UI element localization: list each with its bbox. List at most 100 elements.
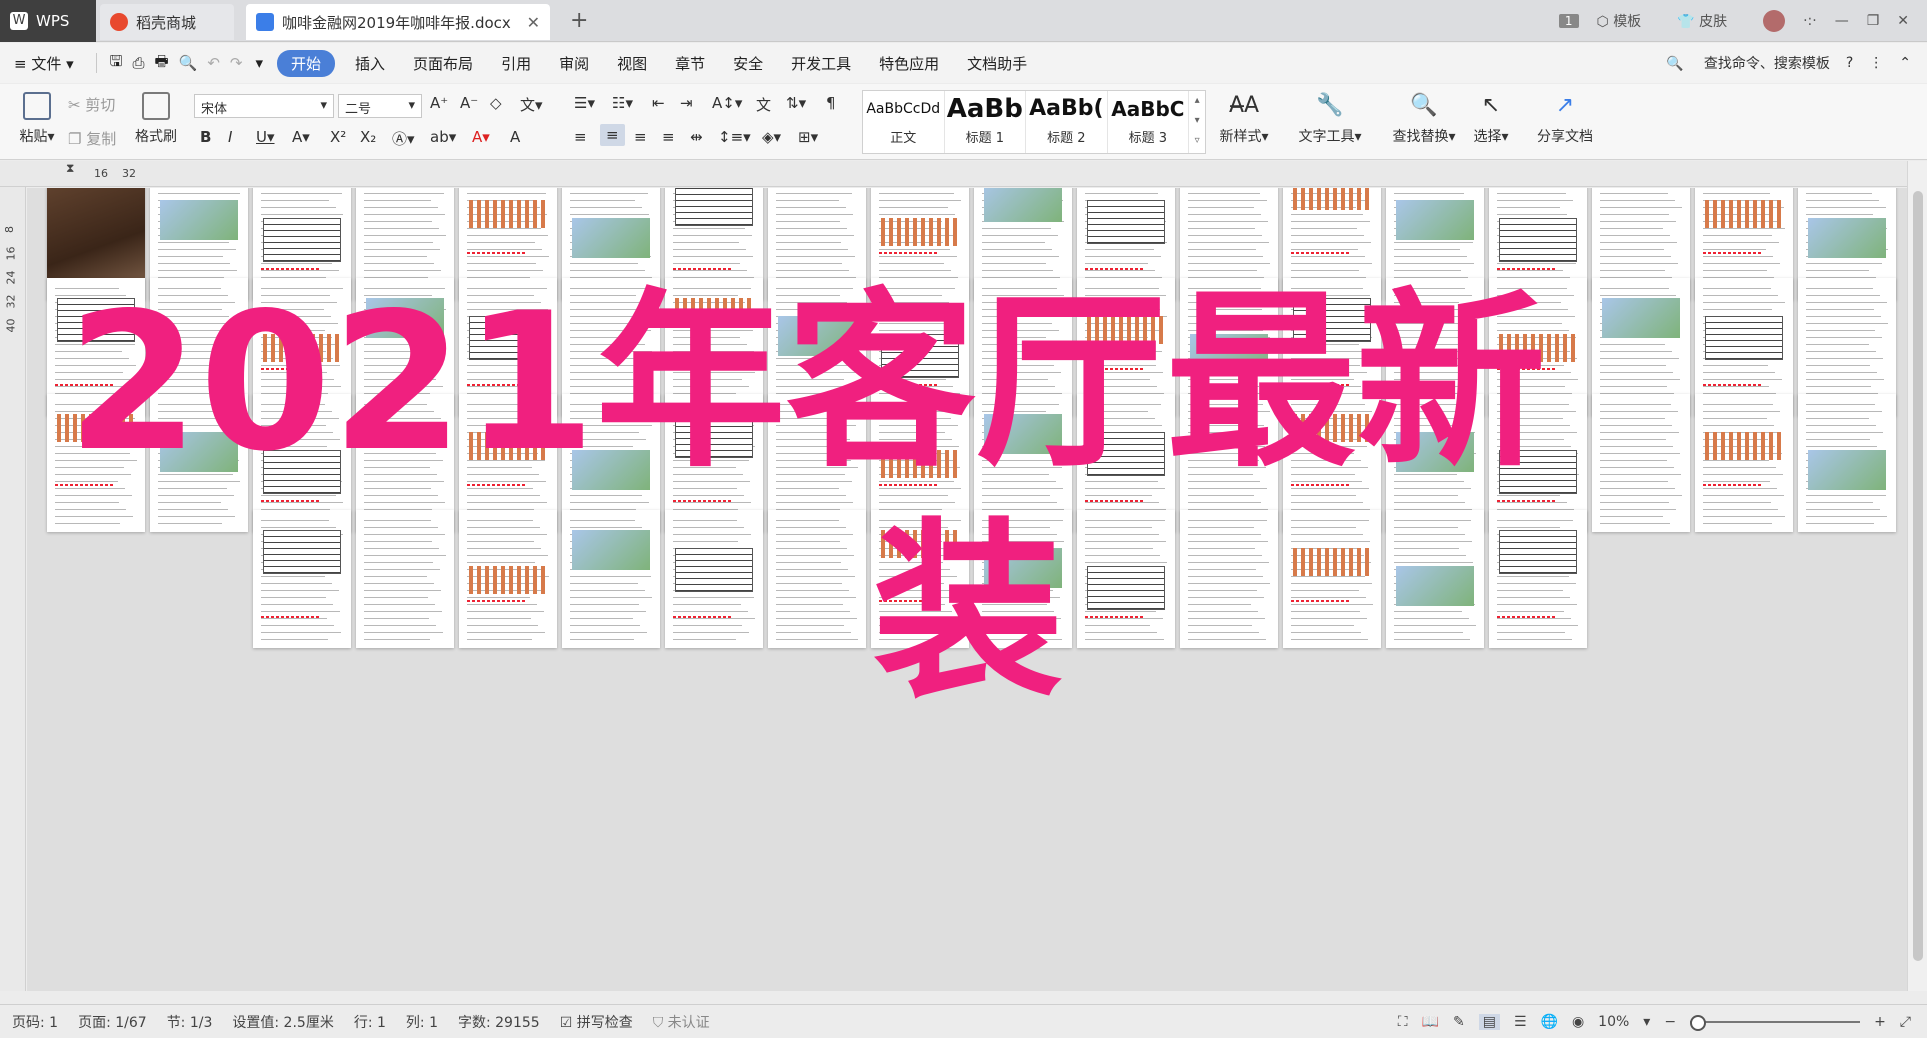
wps-home-tab[interactable]: W WPS <box>0 0 96 42</box>
section-count[interactable]: 节: 1/3 <box>167 1012 213 1032</box>
clear-format-icon[interactable]: ◇ <box>490 94 502 112</box>
page-thumbnail[interactable] <box>150 394 248 532</box>
page-thumbnail[interactable] <box>974 510 1072 648</box>
avatar[interactable] <box>1763 10 1786 32</box>
format-painter-button[interactable]: 格式刷 <box>128 92 184 146</box>
justify-icon[interactable]: ≡ <box>662 128 675 146</box>
zoom-in-icon[interactable]: + <box>1874 1014 1886 1030</box>
redo-icon[interactable]: ↷ <box>230 54 243 72</box>
page-thumbnail[interactable] <box>1283 510 1381 648</box>
align-right-icon[interactable]: ≡ <box>634 128 647 146</box>
italic-icon[interactable]: I <box>228 128 232 146</box>
page-thumbnail[interactable] <box>1386 510 1484 648</box>
more-icon[interactable]: ·:· <box>1803 13 1817 29</box>
collapse-ribbon-icon[interactable]: ⌃ <box>1899 55 1911 71</box>
zoom-out-icon[interactable]: − <box>1664 1014 1676 1030</box>
shading-icon[interactable]: ◈▾ <box>762 128 781 146</box>
text-tools-button[interactable]: 🔧 文字工具▾ <box>1292 92 1368 146</box>
page-code[interactable]: 页码: 1 <box>12 1012 58 1032</box>
save-icon[interactable]: 🖫 <box>110 51 123 76</box>
file-menu[interactable]: ≡ 文件 ▾ <box>14 53 74 74</box>
tab-references[interactable]: 引用 <box>501 53 531 74</box>
page-thumbnail[interactable] <box>1489 510 1587 648</box>
find-replace-button[interactable]: 🔍 查找替换▾ <box>1384 92 1464 146</box>
cut-button[interactable]: ✂ 剪切 <box>68 94 115 115</box>
more-options-icon[interactable]: ⋮ <box>1869 55 1883 71</box>
font-name-select[interactable]: 宋体 ▾ <box>194 94 334 118</box>
shrink-font-icon[interactable]: A⁻ <box>460 94 478 112</box>
tab-chapter[interactable]: 章节 <box>675 53 705 74</box>
tab-doc-assistant[interactable]: 文档助手 <box>967 53 1027 74</box>
close-window-icon[interactable]: ✕ <box>1897 13 1909 29</box>
vertical-scrollbar[interactable] <box>1907 161 1927 991</box>
spell-check-button[interactable]: ☑ 拼写检查 <box>560 1012 633 1032</box>
page-thumbnail[interactable] <box>47 394 145 532</box>
font-size-select[interactable]: 二号 ▾ <box>338 94 422 118</box>
vertical-ruler[interactable]: 8 16 24 32 40 <box>0 187 26 991</box>
page-thumbnail[interactable] <box>562 510 660 648</box>
char-shading-icon[interactable]: A <box>510 128 520 146</box>
undo-icon[interactable]: ↶ <box>207 54 220 72</box>
font-color-icon[interactable]: A▾ <box>472 128 490 146</box>
daoke-store-tab[interactable]: 稻壳商城 <box>100 4 234 40</box>
page-thumbnail[interactable] <box>1798 394 1896 532</box>
document-tab[interactable]: 咖啡金融网2019年咖啡年报.docx ✕ <box>246 4 550 40</box>
superscript-icon[interactable]: X² <box>330 128 346 146</box>
edit-mode-icon[interactable]: ✎ <box>1453 1014 1465 1030</box>
subscript-icon[interactable]: X₂ <box>360 128 376 146</box>
tab-insert[interactable]: 插入 <box>355 53 385 74</box>
indent-marker-icon[interactable]: ⧗ <box>66 161 74 176</box>
show-marks-icon[interactable]: ¶ <box>826 94 836 112</box>
template-button[interactable]: ⬡ 模板 <box>1597 11 1660 31</box>
share-doc-button[interactable]: ↗ 分享文档 <box>1530 92 1600 146</box>
new-tab-icon[interactable]: + <box>570 8 588 33</box>
page-view-icon[interactable]: ▤ <box>1478 1014 1500 1030</box>
numbering-icon[interactable]: ☷▾ <box>612 94 633 112</box>
page-thumbnail[interactable] <box>253 510 351 648</box>
copy-button[interactable]: ❐ 复制 <box>68 128 116 149</box>
page-thumbnail[interactable] <box>459 510 557 648</box>
web-view-icon[interactable]: 🌐 <box>1541 1014 1558 1030</box>
skin-button[interactable]: 👕 皮肤 <box>1677 11 1745 31</box>
style-gallery-scroll[interactable]: ▴ ▾ ▿ <box>1189 91 1205 153</box>
grow-font-icon[interactable]: A⁺ <box>430 94 448 112</box>
fit-width-icon[interactable]: ⤢ <box>1900 1014 1911 1030</box>
bold-icon[interactable]: B <box>200 128 211 146</box>
tab-developer[interactable]: 开发工具 <box>791 53 851 74</box>
bullets-icon[interactable]: ☰▾ <box>574 94 595 112</box>
scrollbar-thumb[interactable] <box>1913 191 1923 961</box>
tab-home[interactable]: 开始 <box>277 49 336 77</box>
style-heading-2[interactable]: AaBb(标题 2 <box>1026 91 1108 153</box>
distribute-icon[interactable]: ⇹ <box>690 128 703 146</box>
page-thumbnail[interactable] <box>1695 394 1793 532</box>
paste-button[interactable]: 粘贴▾ <box>12 92 62 146</box>
align-left-icon[interactable]: ≡ <box>574 128 587 146</box>
tab-view[interactable]: 视图 <box>617 53 647 74</box>
export-pdf-icon[interactable]: ⎙ <box>132 54 144 72</box>
zoom-level[interactable]: 10% <box>1598 1014 1629 1030</box>
new-style-button[interactable]: A̶A 新样式▾ <box>1214 92 1274 146</box>
select-button[interactable]: ↖ 选择▾ <box>1466 92 1516 146</box>
certification-button[interactable]: ⛉ 未认证 <box>653 1012 710 1032</box>
align-center-icon[interactable]: ≡ <box>600 124 625 146</box>
sort-icon[interactable]: ⇅▾ <box>786 94 806 112</box>
word-count[interactable]: 字数: 29155 <box>458 1012 540 1032</box>
preview-icon[interactable]: 🔍 <box>179 54 198 72</box>
close-tab-icon[interactable]: ✕ <box>527 13 540 32</box>
page-thumbnail[interactable] <box>1077 510 1175 648</box>
page-thumbnail[interactable] <box>665 510 763 648</box>
help-icon[interactable]: ? <box>1846 55 1853 71</box>
page-count[interactable]: 页面: 1/67 <box>78 1012 147 1032</box>
setting-value[interactable]: 设置值: 2.5厘米 <box>232 1012 333 1032</box>
print-icon[interactable]: 🖶 <box>154 51 168 76</box>
style-normal[interactable]: AaBbCcDd 正文 <box>863 91 945 153</box>
outline-view-icon[interactable]: ☰ <box>1514 1014 1527 1030</box>
horizontal-ruler[interactable]: ⧗ 16 32 <box>0 161 1927 187</box>
page-thumbnail[interactable] <box>871 510 969 648</box>
tab-security[interactable]: 安全 <box>733 53 763 74</box>
page-thumbnail[interactable] <box>1592 394 1690 532</box>
chinese-layout-icon[interactable]: 文 <box>756 94 771 115</box>
zoom-slider[interactable] <box>1690 1015 1861 1031</box>
tab-special[interactable]: 特色应用 <box>879 53 939 74</box>
command-search[interactable]: 🔍 查找命令、搜索模板 <box>1666 53 1830 73</box>
